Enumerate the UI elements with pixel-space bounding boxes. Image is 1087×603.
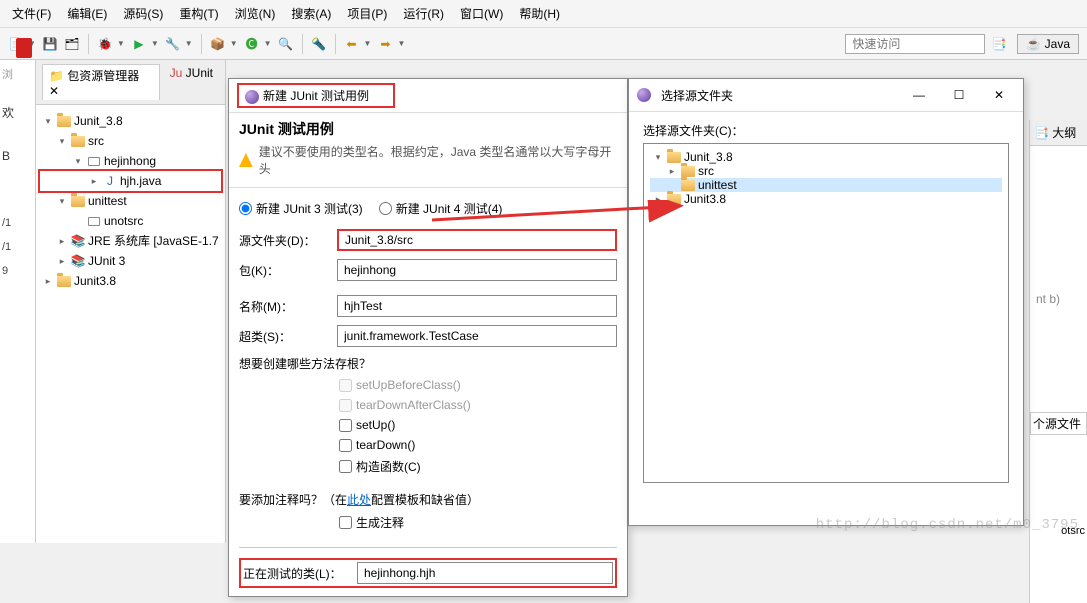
external-tools-icon[interactable]: 🔧 [165,36,181,52]
java-perspective-button[interactable]: ☕ Java [1017,34,1079,54]
folder-tree: ▾Junit_3.8 ▸src unittest ▸Junit3.8 [643,143,1009,483]
chevron-down-icon[interactable]: ▼ [117,39,125,48]
menu-edit[interactable]: 编辑(E) [63,3,111,24]
menu-file[interactable]: 文件(F) [8,3,55,24]
chevron-down-icon[interactable]: ▼ [185,39,193,48]
tree-unittest-folder[interactable]: ▾unittest [40,191,221,211]
outline-view: 📑 大纲 nt b) 个源文件 otsrc [1029,120,1087,603]
label-comments-question: 要添加注释吗？（在此处配置模板和缺省值） [239,491,617,508]
package-explorer-view: 📁 包资源管理器 ✕ Ju JUnit ▾Junit_3.8 ▾src ▾hej… [36,60,226,543]
save-all-icon[interactable]: 🗂 [64,36,80,52]
tab-outline[interactable]: 📑 大纲 [1030,120,1087,146]
fs-tree-project-2[interactable]: ▸Junit3.8 [650,192,1002,206]
open-perspective-icon[interactable]: 📑 [991,36,1007,52]
radio-junit4[interactable]: 新建 JUnit 4 测试(4) [379,200,503,217]
menu-run[interactable]: 运行(R) [399,3,448,24]
back-icon[interactable]: ⬅ [344,36,360,52]
menu-bar: 文件(F) 编辑(E) 源码(S) 重构(T) 浏览(N) 搜索(A) 项目(P… [0,0,1087,28]
red-marker [16,38,32,58]
checkbox-setupbeforeclass[interactable]: setUpBeforeClass() [339,378,479,392]
link-configure-here[interactable]: 此处 [347,493,371,507]
minimize-button[interactable]: — [903,85,935,105]
run-icon[interactable]: ▶ [131,36,147,52]
debug-icon[interactable]: 🐞 [97,36,113,52]
chevron-down-icon[interactable]: ▼ [151,39,159,48]
checkbox-teardownafterclass[interactable]: tearDownAfterClass() [339,398,479,412]
maximize-button[interactable]: ☐ [943,85,975,105]
left-edge-text: 浏 欢 B /1 /1 9 [0,60,36,543]
main-toolbar: 📄▼ 💾 🗂 🐞▼ ▶▼ 🔧▼ 📦▼ 🅒▼ 🔍 🔦 ⬅▼ ➡▼ 📑 ☕ Java [0,28,1087,60]
source-folder-input[interactable] [337,229,617,251]
new-package-icon[interactable]: 📦 [210,36,226,52]
label-select-folder: 选择源文件夹(C)： [643,122,1009,139]
checkbox-teardown[interactable]: tearDown() [339,438,479,452]
forward-icon[interactable]: ➡ [377,36,393,52]
chevron-down-icon[interactable]: ▼ [230,39,238,48]
menu-search[interactable]: 搜索(A) [287,3,335,24]
warning-icon [239,153,253,167]
checkbox-constructor[interactable]: 构造函数(C) [339,458,479,475]
name-input[interactable] [337,295,617,317]
radio-junit3[interactable]: 新建 JUnit 3 测试(3) [239,200,363,217]
dialog-fs-title: 选择源文件夹 [661,87,733,104]
label-stubs-question: 想要创建哪些方法存根？ [239,355,617,372]
package-input[interactable] [337,259,617,281]
save-icon[interactable]: 💾 [42,36,58,52]
tree-package[interactable]: ▾hejinhong [40,151,221,171]
dialog-title: 新建 JUnit 测试用例 [237,83,395,108]
tab-junit[interactable]: Ju JUnit [164,64,219,100]
checkbox-setup[interactable]: setUp() [339,418,479,432]
superclass-input[interactable] [337,325,617,347]
tree-src-folder[interactable]: ▾src [40,131,221,151]
label-package: 包(K)： [239,262,331,279]
tree-unotsrc-package[interactable]: unotsrc [40,211,221,231]
menu-navigate[interactable]: 浏览(N) [231,3,280,24]
label-superclass: 超类(S)： [239,328,331,345]
code-hint-text: nt b) [1030,286,1087,312]
new-class-icon[interactable]: 🅒 [244,36,260,52]
fs-tree-src[interactable]: ▸src [650,164,1002,178]
tab-package-explorer[interactable]: 📁 包资源管理器 ✕ [42,64,160,100]
search-icon[interactable]: 🔦 [311,36,327,52]
eclipse-icon [637,88,651,102]
eclipse-icon [245,90,259,104]
checkbox-generate-comments[interactable]: 生成注释 [339,514,479,531]
dialog-warning: 建议不要使用的类型名。根据约定，Java 类型名通常以大写字母开头 [239,143,617,177]
select-source-folder-dialog: 选择源文件夹 — ☐ ✕ 选择源文件夹(C)： ▾Junit_3.8 ▸src … [628,78,1024,526]
menu-project[interactable]: 项目(P) [343,3,391,24]
package-tree: ▾Junit_3.8 ▾src ▾hejinhong ▸Jhjh.java ▾u… [36,105,225,297]
menu-refactor[interactable]: 重构(T) [175,3,222,24]
new-junit-test-dialog: 新建 JUnit 测试用例 JUnit 测试用例 建议不要使用的类型名。根据约定… [228,78,628,597]
tree-project-2[interactable]: ▸Junit3.8 [40,271,221,291]
chevron-down-icon[interactable]: ▼ [264,39,272,48]
menu-window[interactable]: 窗口(W) [456,3,507,24]
tree-jre-library[interactable]: ▸📚JRE 系统库 [JavaSE-1.7 [40,231,221,251]
close-button[interactable]: ✕ [983,85,1015,105]
open-type-icon[interactable]: 🔍 [278,36,294,52]
label-name: 名称(M)： [239,298,331,315]
tree-java-file[interactable]: ▸Jhjh.java [40,171,221,191]
chevron-down-icon[interactable]: ▼ [397,39,405,48]
dialog-heading: JUnit 测试用例 [239,119,617,139]
chevron-down-icon[interactable]: ▼ [364,39,372,48]
quick-access-input[interactable] [845,34,985,54]
menu-source[interactable]: 源码(S) [119,3,167,24]
label-source-folder: 源文件夹(D)： [239,232,331,249]
fs-tree-project[interactable]: ▾Junit_3.8 [650,150,1002,164]
label-class-under-test: 正在测试的类(L)： [243,565,351,582]
fs-tree-unittest[interactable]: unittest [650,178,1002,192]
otsrc-text: otsrc [1061,525,1085,537]
perspective-label: Java [1045,37,1070,51]
tree-junit3-library[interactable]: ▸📚JUnit 3 [40,251,221,271]
source-folder-hint: 个源文件 [1030,412,1087,435]
menu-help[interactable]: 帮助(H) [515,3,564,24]
class-under-test-input[interactable] [357,562,613,584]
tree-project[interactable]: ▾Junit_3.8 [40,111,221,131]
